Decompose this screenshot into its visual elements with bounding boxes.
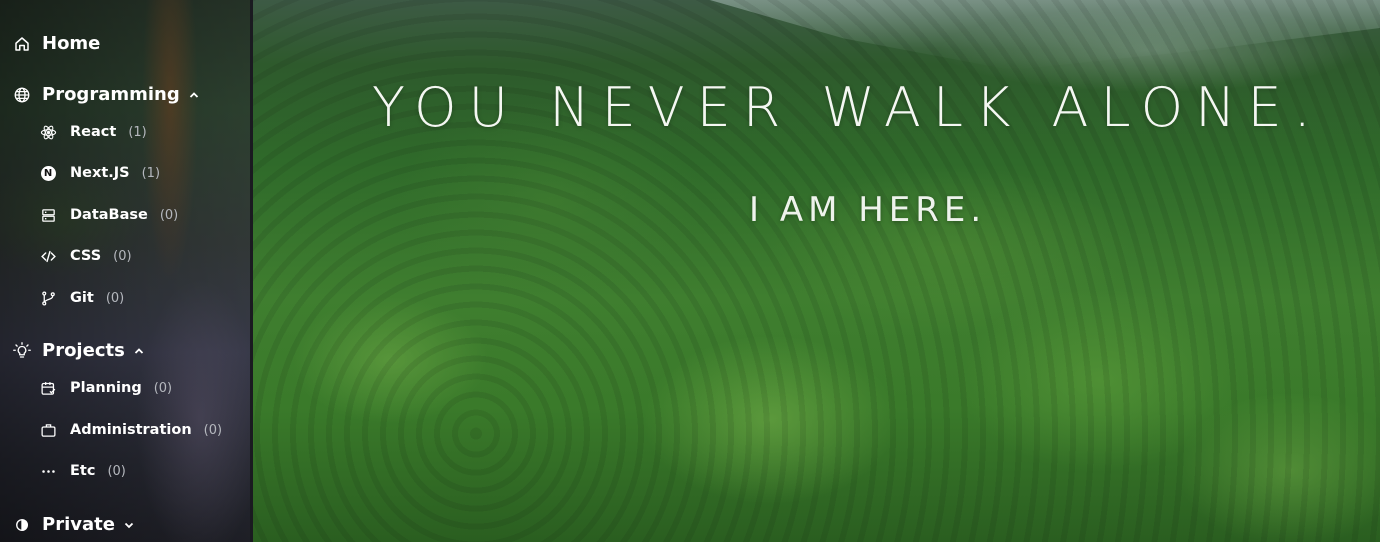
git-branch-icon	[38, 288, 58, 308]
calendar-icon	[38, 378, 58, 398]
sidebar-item-nextjs[interactable]: N Next.JS (1)	[38, 163, 160, 183]
atom-icon	[38, 122, 58, 142]
database-icon	[38, 205, 58, 225]
globe-icon	[12, 85, 32, 105]
hero-title: YOU NEVER WALK ALONE.	[372, 76, 1323, 139]
sidebar-section-label: Programming	[42, 84, 180, 105]
sidebar-section-label: Projects	[42, 340, 125, 361]
chevron-up-icon[interactable]	[188, 89, 200, 101]
sidebar-item-home[interactable]: Home	[12, 33, 100, 54]
lightbulb-icon	[12, 341, 32, 361]
sidebar-section-programming[interactable]: Programming	[12, 84, 200, 105]
item-count: (0)	[203, 422, 223, 438]
sidebar-item-planning[interactable]: Planning (0)	[38, 378, 172, 398]
sidebar: Home Programming React (1) N Next.JS (1)	[0, 0, 253, 542]
sidebar-item-etc[interactable]: Etc (0)	[38, 461, 126, 481]
sidebar-item-git[interactable]: Git (0)	[38, 288, 124, 308]
item-count: (1)	[141, 165, 161, 181]
nextjs-icon: N	[38, 163, 58, 183]
more-dots-icon	[38, 461, 58, 481]
sidebar-item-css[interactable]: CSS (0)	[38, 246, 132, 266]
sidebar-item-label: CSS	[70, 248, 102, 264]
item-count: (0)	[113, 248, 132, 264]
item-count: (0)	[153, 380, 173, 396]
item-count: (0)	[159, 207, 179, 223]
hero-subtitle: I AM HERE.	[749, 190, 987, 230]
item-count: (0)	[107, 463, 126, 479]
chevron-up-icon[interactable]	[133, 345, 145, 357]
sidebar-item-label: React	[70, 124, 117, 140]
sidebar-section-private[interactable]: Private	[12, 514, 135, 535]
contrast-icon	[12, 515, 32, 535]
sidebar-item-database[interactable]: DataBase (0)	[38, 205, 178, 225]
sidebar-section-label: Private	[42, 514, 115, 535]
sidebar-item-label: DataBase	[70, 207, 148, 223]
home-icon	[12, 34, 32, 54]
sidebar-item-label: Git	[70, 290, 94, 306]
sidebar-item-label: Next.JS	[70, 165, 130, 181]
sidebar-item-label: Administration	[70, 422, 192, 438]
sidebar-item-label: Planning	[70, 380, 142, 396]
sidebar-item-label: Etc	[70, 463, 96, 479]
sidebar-item-react[interactable]: React (1)	[38, 122, 147, 142]
sidebar-item-label: Home	[42, 33, 101, 54]
item-count: (0)	[105, 290, 125, 306]
sidebar-section-projects[interactable]: Projects	[12, 340, 145, 361]
item-count: (1)	[128, 124, 147, 140]
sidebar-item-administration[interactable]: Administration (0)	[38, 420, 222, 440]
briefcase-icon	[38, 420, 58, 440]
code-icon	[38, 246, 58, 266]
chevron-down-icon[interactable]	[123, 519, 135, 531]
